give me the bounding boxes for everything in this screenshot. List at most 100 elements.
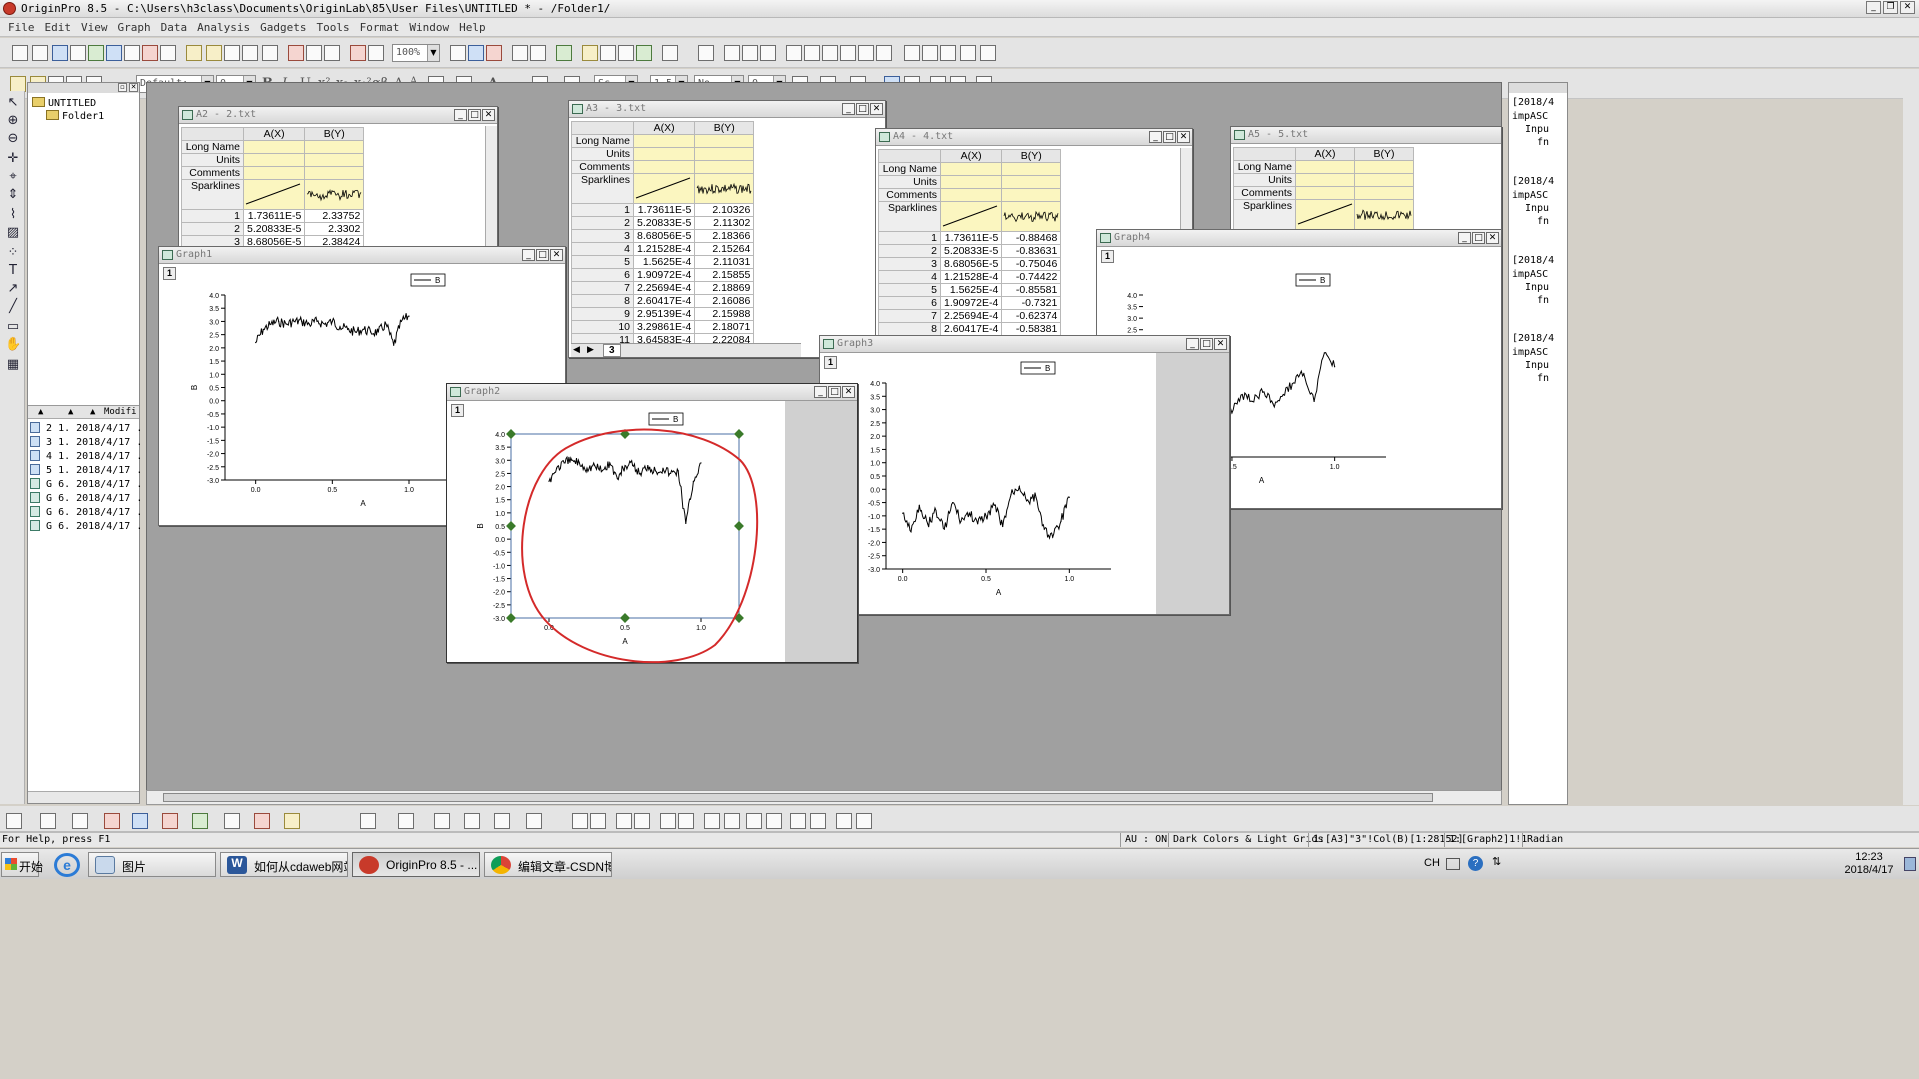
tree-root[interactable]: UNTITLED [32,97,96,109]
meta-cell[interactable] [1001,175,1062,189]
new-layout-icon[interactable] [142,45,158,61]
forward-icon[interactable] [746,813,762,829]
cell-b[interactable]: 2.18071 [694,320,755,334]
graph3-chart[interactable]: -3.0 -2.5 -2.0 -1.5 -1.0 -0.5 0.0 0.5 1.0 1.5 2.0 2… [820,353,1156,615]
axis-l-icon[interactable] [786,45,802,61]
message-log-icon[interactable] [636,45,652,61]
cell-a[interactable]: 1.21528E-4 [939,270,1003,284]
3d-plot-icon[interactable] [132,813,148,829]
meta-cell[interactable] [1354,160,1414,174]
cell-b[interactable]: -0.88468 [1001,231,1062,245]
row-number[interactable]: 1 [878,231,941,245]
meta-cell[interactable] [1001,188,1062,202]
row-number[interactable]: 3 [571,229,634,243]
maximize-icon[interactable]: □ [468,109,481,121]
worksheet-a5[interactable]: A5 - 5.txt A(X) B(Y) Long Name Units Comm… [1230,126,1502,232]
back-icon[interactable] [724,813,740,829]
menu-help[interactable]: Help [455,18,492,36]
list-item[interactable]: 2 1. 2018/4/17 . [30,422,142,436]
area-plot-icon[interactable] [192,813,208,829]
color-scale-icon[interactable] [940,45,956,61]
minimize-icon[interactable]: _ [1186,338,1199,350]
cell-a[interactable]: 1.5625E-4 [939,283,1003,297]
meta-cell[interactable] [694,147,755,161]
cell-b[interactable]: 2.33752 [304,209,365,223]
cell-a[interactable]: 1.73611E-5 [632,203,696,217]
rectangle-tool-icon[interactable]: ▭ [5,319,21,335]
maximize-icon[interactable]: □ [1163,131,1176,143]
menu-graph[interactable]: Graph [114,18,157,36]
timestamp-icon[interactable] [960,45,976,61]
menu-file[interactable]: File [4,18,41,36]
status-autoupdate[interactable]: AU : ON [1120,833,1171,847]
line-symbol-icon[interactable] [72,813,88,829]
print-icon[interactable] [450,45,466,61]
cell-b[interactable]: -0.74422 [1001,270,1062,284]
axis-x-icon[interactable] [876,45,892,61]
new-excel-icon[interactable] [70,45,86,61]
group-objects-icon[interactable] [790,813,806,829]
results-log-icon[interactable] [582,45,598,61]
new-graph-icon[interactable] [88,45,104,61]
task-item-chrome[interactable]: 编辑文章-CSDN博... [484,852,612,877]
cell-a[interactable]: 1.90972E-4 [632,268,696,282]
meta-cell[interactable] [242,166,306,180]
zoom-out-icon[interactable]: ⊖ [5,131,21,147]
minimize-icon[interactable]: _ [454,109,467,121]
statistics-plot-icon[interactable] [162,813,178,829]
merge-graphs-icon[interactable] [760,45,776,61]
column-header-b[interactable]: B(Y) [694,121,755,135]
axis-right-icon[interactable] [822,45,838,61]
window-titlebar[interactable]: Graph1 _ □ ✕ [159,247,565,264]
list-item[interactable]: 5 1. 2018/4/17 . [30,464,142,478]
polar-plot-icon[interactable] [224,813,240,829]
row-number[interactable]: 8 [878,322,941,336]
cell-b[interactable]: 2.10326 [694,203,755,217]
column-plot-icon[interactable] [104,813,120,829]
task-item-origin[interactable]: OriginPro 8.5 - ... [352,852,480,877]
corner-cell[interactable] [571,121,634,135]
sparkline-cell[interactable] [1001,201,1062,232]
sparkline-cell[interactable] [1295,199,1355,230]
axis-xy-icon[interactable] [858,45,874,61]
cell-b[interactable]: 2.3302 [304,222,365,236]
line-plot-icon[interactable] [6,813,22,829]
code-builder-icon[interactable] [618,45,634,61]
menu-gadgets[interactable]: Gadgets [256,18,312,36]
data-selector-icon[interactable]: ⇕ [5,187,21,203]
row-number[interactable]: 7 [571,281,634,295]
meta-cell[interactable] [304,166,365,180]
row-number[interactable]: 4 [571,242,634,256]
grid-table-icon[interactable] [494,813,510,829]
new-workbook-icon[interactable] [52,45,68,61]
region-tool-icon[interactable]: ▦ [5,357,21,373]
meta-cell[interactable] [242,153,306,167]
scatter-icon[interactable]: ⁘ [5,245,21,261]
close-icon[interactable]: ✕ [550,249,563,261]
refresh-icon[interactable] [486,45,502,61]
command-window-icon[interactable] [600,45,616,61]
row-number[interactable]: 2 [571,216,634,230]
axis-top-icon[interactable] [804,45,820,61]
maximize-icon[interactable]: □ [1472,232,1485,244]
sparkline-cell[interactable] [694,173,755,204]
sort-view-icon[interactable]: ▲ [68,407,73,417]
row-number[interactable]: 1 [181,209,244,223]
row-number[interactable]: 3 [878,257,941,271]
graph2-chart[interactable]: -3.0 -2.5 -2.0 -1.5 -1.0 -0.5 0.0 0.5 1.0 1.5 2.0 2… [447,401,785,663]
cell-a[interactable]: 2.95139E-4 [632,307,696,321]
cell-b[interactable]: -0.83631 [1001,244,1062,258]
align-right-objects-icon[interactable] [590,813,606,829]
scatter-plot-icon[interactable] [40,813,56,829]
cell-b[interactable]: 2.11031 [694,255,755,269]
cell-a[interactable]: 5.20833E-5 [939,244,1003,258]
maximize-icon[interactable]: □ [1200,338,1213,350]
meta-cell[interactable] [632,134,696,148]
screen-reader-icon[interactable]: ✛ [5,151,21,167]
align-horizontal-icon[interactable] [678,813,694,829]
meta-cell[interactable] [1295,186,1355,200]
close-icon[interactable]: ✕ [1214,338,1227,350]
line-tool-icon[interactable]: ╱ [5,299,21,315]
graph-window-graph2[interactable]: Graph2 _ □ ✕ 1 -3.0 -2.5 -2.0 -1.5 -1.0 -0.5 0.0… [446,383,858,663]
start-button[interactable]: 开始 [1,852,43,877]
